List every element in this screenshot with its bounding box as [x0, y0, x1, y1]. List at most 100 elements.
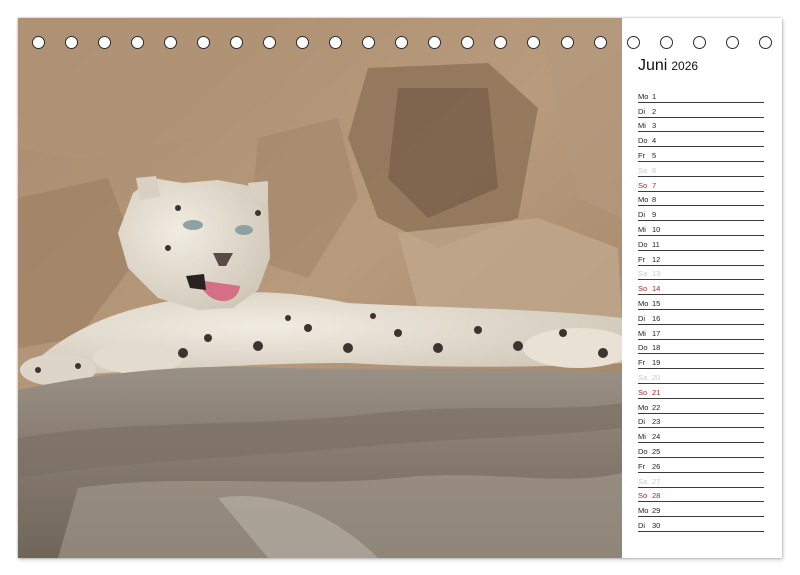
- day-row: Fr 5: [638, 147, 764, 162]
- day-row: Do 25: [638, 443, 764, 458]
- day-row: Di 2: [638, 103, 764, 118]
- binding-hole: [131, 36, 145, 49]
- binding-hole: [461, 36, 475, 49]
- weekday-label: Fr: [638, 358, 646, 368]
- day-number: 5: [652, 150, 657, 160]
- day-number: 4: [652, 136, 657, 146]
- day-row: Mi 3: [638, 118, 764, 133]
- day-row: Mi 17: [638, 325, 764, 340]
- day-row: Mo 29: [638, 502, 764, 518]
- weekday-label: Do: [638, 343, 648, 353]
- binding-hole: [98, 36, 112, 49]
- day-row: Fr 19: [638, 354, 764, 370]
- day-row: Mi 10: [638, 221, 764, 236]
- day-row: Do 11: [638, 236, 764, 251]
- weekday-label: Di: [638, 520, 646, 530]
- day-number: 27: [652, 476, 661, 486]
- year-label: 2026: [671, 59, 699, 73]
- day-row: Mo 8: [638, 192, 764, 207]
- day-number: 17: [652, 328, 661, 338]
- day-row: So 7: [638, 177, 764, 192]
- month-name: Juni: [638, 57, 668, 74]
- day-number: 23: [652, 417, 661, 427]
- weekday-label: Do: [638, 136, 648, 146]
- weekday-label: Mo: [638, 91, 649, 101]
- day-row: Sa 20: [638, 369, 764, 384]
- day-number: 3: [652, 121, 657, 131]
- day-row: Fr 12: [638, 251, 764, 266]
- binding-hole: [65, 36, 79, 49]
- day-row: Di 9: [638, 206, 764, 222]
- binding-hole: [263, 36, 277, 49]
- day-number: 30: [652, 520, 661, 530]
- weekday-label: Fr: [638, 150, 646, 160]
- binding-hole: [395, 36, 409, 49]
- day-row: So 21: [638, 384, 764, 399]
- binding-hole: [230, 36, 244, 49]
- weekday-label: Fr: [638, 254, 646, 264]
- binding-hole: [329, 36, 343, 49]
- day-row: Di 30: [638, 517, 764, 532]
- weekday-label: Di: [638, 417, 646, 427]
- day-number: 29: [652, 506, 661, 516]
- weekday-label: So: [638, 491, 648, 501]
- binding-hole: [560, 36, 574, 49]
- weekday-label: Mo: [638, 298, 649, 308]
- weekday-label: Do: [638, 446, 648, 456]
- day-number: 25: [652, 446, 661, 456]
- day-number: 2: [652, 106, 657, 116]
- calendar-panel: Juni 2026 Mo 1 Di 2 Mi 3 Do 4 Fr 5 Sa 6 So 7 Mo 8 Di 9 Mi 10…: [638, 56, 764, 532]
- day-number: 10: [652, 224, 661, 234]
- day-number: 21: [652, 387, 661, 397]
- day-number: 24: [652, 432, 661, 442]
- weekday-label: Sa: [638, 476, 648, 486]
- day-row: Di 16: [638, 310, 764, 325]
- day-number: 19: [652, 358, 661, 368]
- day-row: Di 23: [638, 414, 764, 429]
- day-row: Sa 6: [638, 162, 764, 177]
- weekday-label: Do: [638, 239, 648, 249]
- day-row: So 28: [638, 488, 764, 503]
- day-number: 20: [652, 372, 661, 382]
- day-row: So 14: [638, 280, 764, 296]
- weekday-label: So: [638, 180, 648, 190]
- weekday-label: Di: [638, 210, 646, 220]
- day-row: Mo 1: [638, 88, 764, 103]
- day-row: Sa 13: [638, 266, 764, 281]
- weekday-label: So: [638, 284, 648, 294]
- binding-hole: [197, 36, 211, 49]
- day-number: 22: [652, 402, 661, 412]
- day-number: 15: [652, 298, 661, 308]
- weekday-label: Mo: [638, 402, 649, 412]
- binding-hole: [725, 36, 739, 49]
- day-number: 28: [652, 491, 661, 501]
- calendar-page: Juni 2026 Mo 1 Di 2 Mi 3 Do 4 Fr 5 Sa 6 So 7 Mo 8 Di 9 Mi 10…: [18, 18, 782, 558]
- day-row: Mi 24: [638, 428, 764, 444]
- weekday-label: Mo: [638, 195, 649, 205]
- weekday-label: Sa: [638, 372, 648, 382]
- weekday-label: Di: [638, 313, 646, 323]
- day-row: Mo 22: [638, 399, 764, 414]
- binding-hole: [362, 36, 376, 49]
- binding-hole: [527, 36, 541, 49]
- binding-hole: [626, 36, 640, 49]
- day-row: Mo 15: [638, 295, 764, 310]
- day-number: 7: [652, 180, 657, 190]
- binding-hole: [659, 36, 673, 49]
- weekday-label: Mi: [638, 432, 646, 442]
- binding-hole: [593, 36, 607, 49]
- day-number: 26: [652, 461, 661, 471]
- day-number: 1: [652, 91, 657, 101]
- day-number: 12: [652, 254, 661, 264]
- weekday-label: Mi: [638, 328, 646, 338]
- day-row: Fr 26: [638, 458, 764, 473]
- weekday-label: Di: [638, 106, 646, 116]
- day-number: 11: [652, 239, 660, 249]
- day-list: Mo 1 Di 2 Mi 3 Do 4 Fr 5 Sa 6 So 7 Mo 8 Di 9 Mi 10 Do 11 Fr 12 S…: [638, 88, 764, 532]
- day-number: 14: [652, 284, 661, 294]
- binding-hole: [494, 36, 508, 49]
- snow-leopard-photo: [18, 18, 622, 558]
- weekday-label: Mi: [638, 121, 646, 131]
- day-row: Do 4: [638, 132, 764, 148]
- day-row: Sa 27: [638, 473, 764, 488]
